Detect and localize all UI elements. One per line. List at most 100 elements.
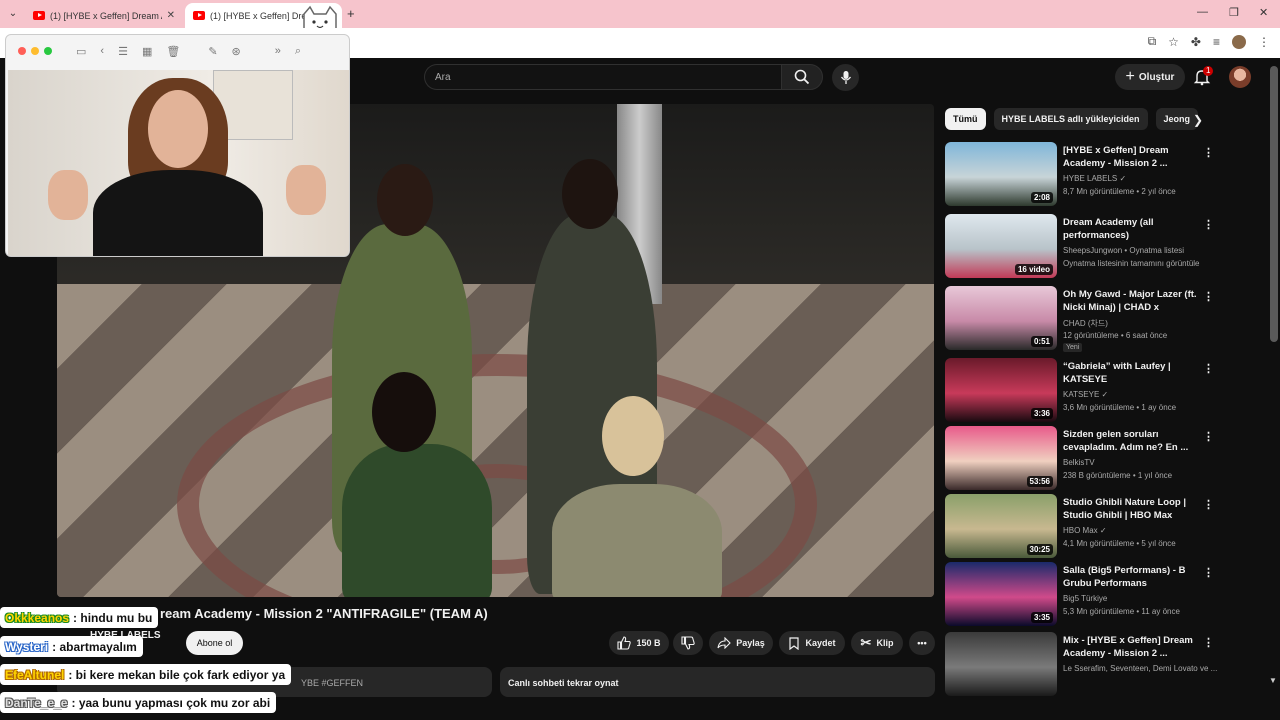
media-control-icon[interactable]: ≡ — [1213, 35, 1220, 49]
dancer-4-head — [602, 396, 664, 476]
clip-button[interactable]: ✂ Klip — [851, 631, 903, 655]
trash-icon[interactable]: 🗑︎ — [166, 45, 180, 58]
subscribe-button[interactable]: Abone ol — [186, 631, 243, 655]
recommendation-title[interactable]: Mix - [HYBE x Geffen] Dream Academy - Mi… — [1063, 634, 1201, 660]
more-vertical-icon[interactable]: ⋮ — [1203, 498, 1214, 511]
browser-tab-1[interactable]: (1) [HYBE x Geffen] Dream Academ ✕ — [25, 3, 182, 28]
microphone-icon — [840, 71, 851, 84]
recommendation-title[interactable]: Oh My Gawd - Major Lazer (ft. Nicki Mina… — [1063, 288, 1201, 315]
more-vertical-icon[interactable]: ⋮ — [1203, 566, 1214, 579]
video-thumbnail[interactable]: 2:08 — [945, 142, 1057, 206]
more-actions-button[interactable]: ••• — [909, 631, 935, 655]
recommendation-meta: 238 B görüntüleme • 1 yıl önce — [1063, 471, 1173, 480]
recommendation-channel[interactable]: Le Sserafim, Seventeen, Demi Lovato ve .… — [1063, 664, 1217, 673]
duration-badge: 16 video — [1014, 264, 1053, 275]
recommendation-item[interactable]: 0:51 Oh My Gawd - Major Lazer (ft. Nicki … — [945, 286, 1270, 352]
create-button[interactable]: + Oluştur — [1115, 64, 1185, 90]
tab-search-chevron-icon[interactable]: ⌄ — [5, 6, 21, 22]
video-thumbnail[interactable]: 16 video — [945, 214, 1057, 278]
chip-from-uploader[interactable]: HYBE LABELS adlı yükleyiciden — [993, 108, 1148, 130]
chip-jeong[interactable]: Jeong — [1155, 108, 1199, 130]
grid-icon[interactable]: ▦ — [142, 45, 152, 58]
video-thumbnail[interactable]: 3:35 — [945, 562, 1057, 626]
list-icon[interactable]: ☰ — [118, 45, 128, 58]
page-scrollbar[interactable] — [1270, 66, 1278, 342]
recommendation-channel[interactable]: CHAD (차드) — [1063, 318, 1108, 329]
screen: ⌄ (1) [HYBE x Geffen] Dream Academ ✕ (1)… — [0, 0, 1280, 720]
maximize-button[interactable]: ❐ — [1229, 6, 1239, 19]
recommendation-channel[interactable]: HYBE LABELS ✓ — [1063, 174, 1126, 183]
youtube-favicon-icon — [33, 11, 45, 20]
sidebar-icon[interactable]: ▭ — [76, 45, 86, 58]
recommendation-item[interactable]: 2:08 [HYBE x Geffen] Dream Academy - Miss… — [945, 142, 1270, 206]
recommendation-channel[interactable]: HBO Max ✓ — [1063, 526, 1107, 535]
scroll-down-arrow-icon[interactable]: ▼ — [1269, 676, 1277, 685]
more-vertical-icon[interactable]: ⋮ — [1203, 218, 1214, 231]
like-button[interactable]: 150 B — [609, 631, 669, 655]
extensions-icon[interactable]: ✤ — [1191, 35, 1201, 49]
close-dot-icon[interactable] — [18, 47, 26, 55]
recommendation-channel[interactable]: SheepsJungwon • Oynatma listesi — [1063, 246, 1184, 255]
live-chat-replay-button[interactable]: Canlı sohbeti tekrar oynat — [500, 667, 935, 697]
recommendation-channel[interactable]: KATSEYE ✓ — [1063, 390, 1108, 399]
recommendation-item[interactable]: 16 video Dream Academy (all performances)… — [945, 214, 1270, 278]
profile-avatar[interactable] — [1232, 34, 1246, 49]
chevron-right-icon[interactable]: ❯ — [1193, 113, 1203, 127]
back-icon[interactable]: ‹ — [100, 45, 104, 57]
save-button[interactable]: Kaydet — [779, 631, 845, 655]
video-thumbnail[interactable]: 30:25 — [945, 494, 1057, 558]
more-vertical-icon[interactable]: ⋮ — [1203, 636, 1214, 649]
close-window-button[interactable]: ✕ — [1259, 6, 1268, 19]
video-thumbnail[interactable] — [945, 632, 1057, 696]
edit-icon[interactable]: ✎ — [208, 45, 217, 58]
expand-icon[interactable]: » — [275, 45, 281, 57]
video-thumbnail[interactable]: 53:56 — [945, 426, 1057, 490]
recommendation-meta: 4,1 Mn görüntüleme • 5 yıl önce — [1063, 539, 1176, 548]
recommendation-title[interactable]: Sizden gelen soruları cevapladım. Adım n… — [1063, 428, 1201, 454]
pip-window[interactable]: ▭ ‹ ☰ ▦ 🗑︎ ✎ ⊛ » ⌕ — [5, 34, 350, 257]
recommendation-item[interactable]: Mix - [HYBE x Geffen] Dream Academy - Mi… — [945, 632, 1270, 696]
video-thumbnail[interactable]: 0:51 — [945, 286, 1057, 350]
recommendation-title[interactable]: Salla (Big5 Performans) - B Grubu Perfor… — [1063, 564, 1201, 590]
new-tab-button[interactable]: + — [347, 6, 355, 21]
recommendation-title[interactable]: Studio Ghibli Nature Loop | Studio Ghibl… — [1063, 496, 1201, 522]
tab-close-icon[interactable]: ✕ — [167, 10, 182, 21]
recommendation-channel[interactable]: BelkisTV — [1063, 458, 1095, 467]
thumbs-up-icon — [617, 636, 632, 650]
voice-search-button[interactable] — [832, 64, 859, 91]
recommendation-channel[interactable]: Big5 Türkiye — [1063, 594, 1107, 603]
chat-text: : bi kere mekan bile çok fark ediyor ya — [68, 667, 286, 682]
zoom-dot-icon[interactable] — [44, 47, 52, 55]
search-button[interactable] — [781, 64, 823, 90]
new-badge: Yeni — [1063, 343, 1083, 352]
minimize-button[interactable]: — — [1197, 6, 1208, 18]
video-thumbnail[interactable]: 3:36 — [945, 358, 1057, 422]
more-vertical-icon[interactable]: ⋮ — [1203, 146, 1214, 159]
recommendation-item[interactable]: 30:25 Studio Ghibli Nature Loop | Studio … — [945, 494, 1270, 558]
minimize-dot-icon[interactable] — [31, 47, 39, 55]
recommendation-title[interactable]: Dream Academy (all performances) — [1063, 216, 1201, 242]
browser-menu-icon[interactable]: ⋮ — [1258, 35, 1270, 49]
dislike-button[interactable] — [673, 631, 703, 655]
chat-text: : abartmayalım — [52, 639, 137, 654]
more-vertical-icon[interactable]: ⋮ — [1203, 430, 1214, 443]
account-avatar[interactable] — [1229, 66, 1251, 88]
recommendation-item[interactable]: 3:36 “Gabriela” with Laufey | KATSEYE KATS… — [945, 358, 1270, 422]
share-circle-icon[interactable]: ⊛ — [232, 45, 241, 58]
bookmark-star-icon[interactable]: ☆ — [1168, 35, 1179, 49]
chat-username: Wysteri — [5, 639, 49, 654]
chat-username: DanTe_e_e — [5, 695, 68, 710]
like-count: 150 B — [636, 638, 661, 648]
share-button[interactable]: Paylaş — [709, 631, 773, 655]
recommendation-title[interactable]: [HYBE x Geffen] Dream Academy - Mission … — [1063, 144, 1201, 170]
more-vertical-icon[interactable]: ⋮ — [1203, 362, 1214, 375]
chip-all[interactable]: Tümü — [945, 108, 986, 130]
search-icon[interactable]: ⌕ — [295, 45, 301, 58]
chat-username: Okkkeanos — [5, 610, 70, 625]
install-app-icon[interactable]: ⧉ — [1148, 34, 1157, 49]
more-vertical-icon[interactable]: ⋮ — [1203, 290, 1214, 303]
search-input[interactable]: Ara — [424, 64, 781, 90]
recommendation-title[interactable]: “Gabriela” with Laufey | KATSEYE — [1063, 360, 1201, 386]
recommendation-item[interactable]: 53:56 Sizden gelen soruları cevapladım. A… — [945, 426, 1270, 490]
recommendation-item[interactable]: 3:35 Salla (Big5 Performans) - B Grubu Pe… — [945, 562, 1270, 626]
